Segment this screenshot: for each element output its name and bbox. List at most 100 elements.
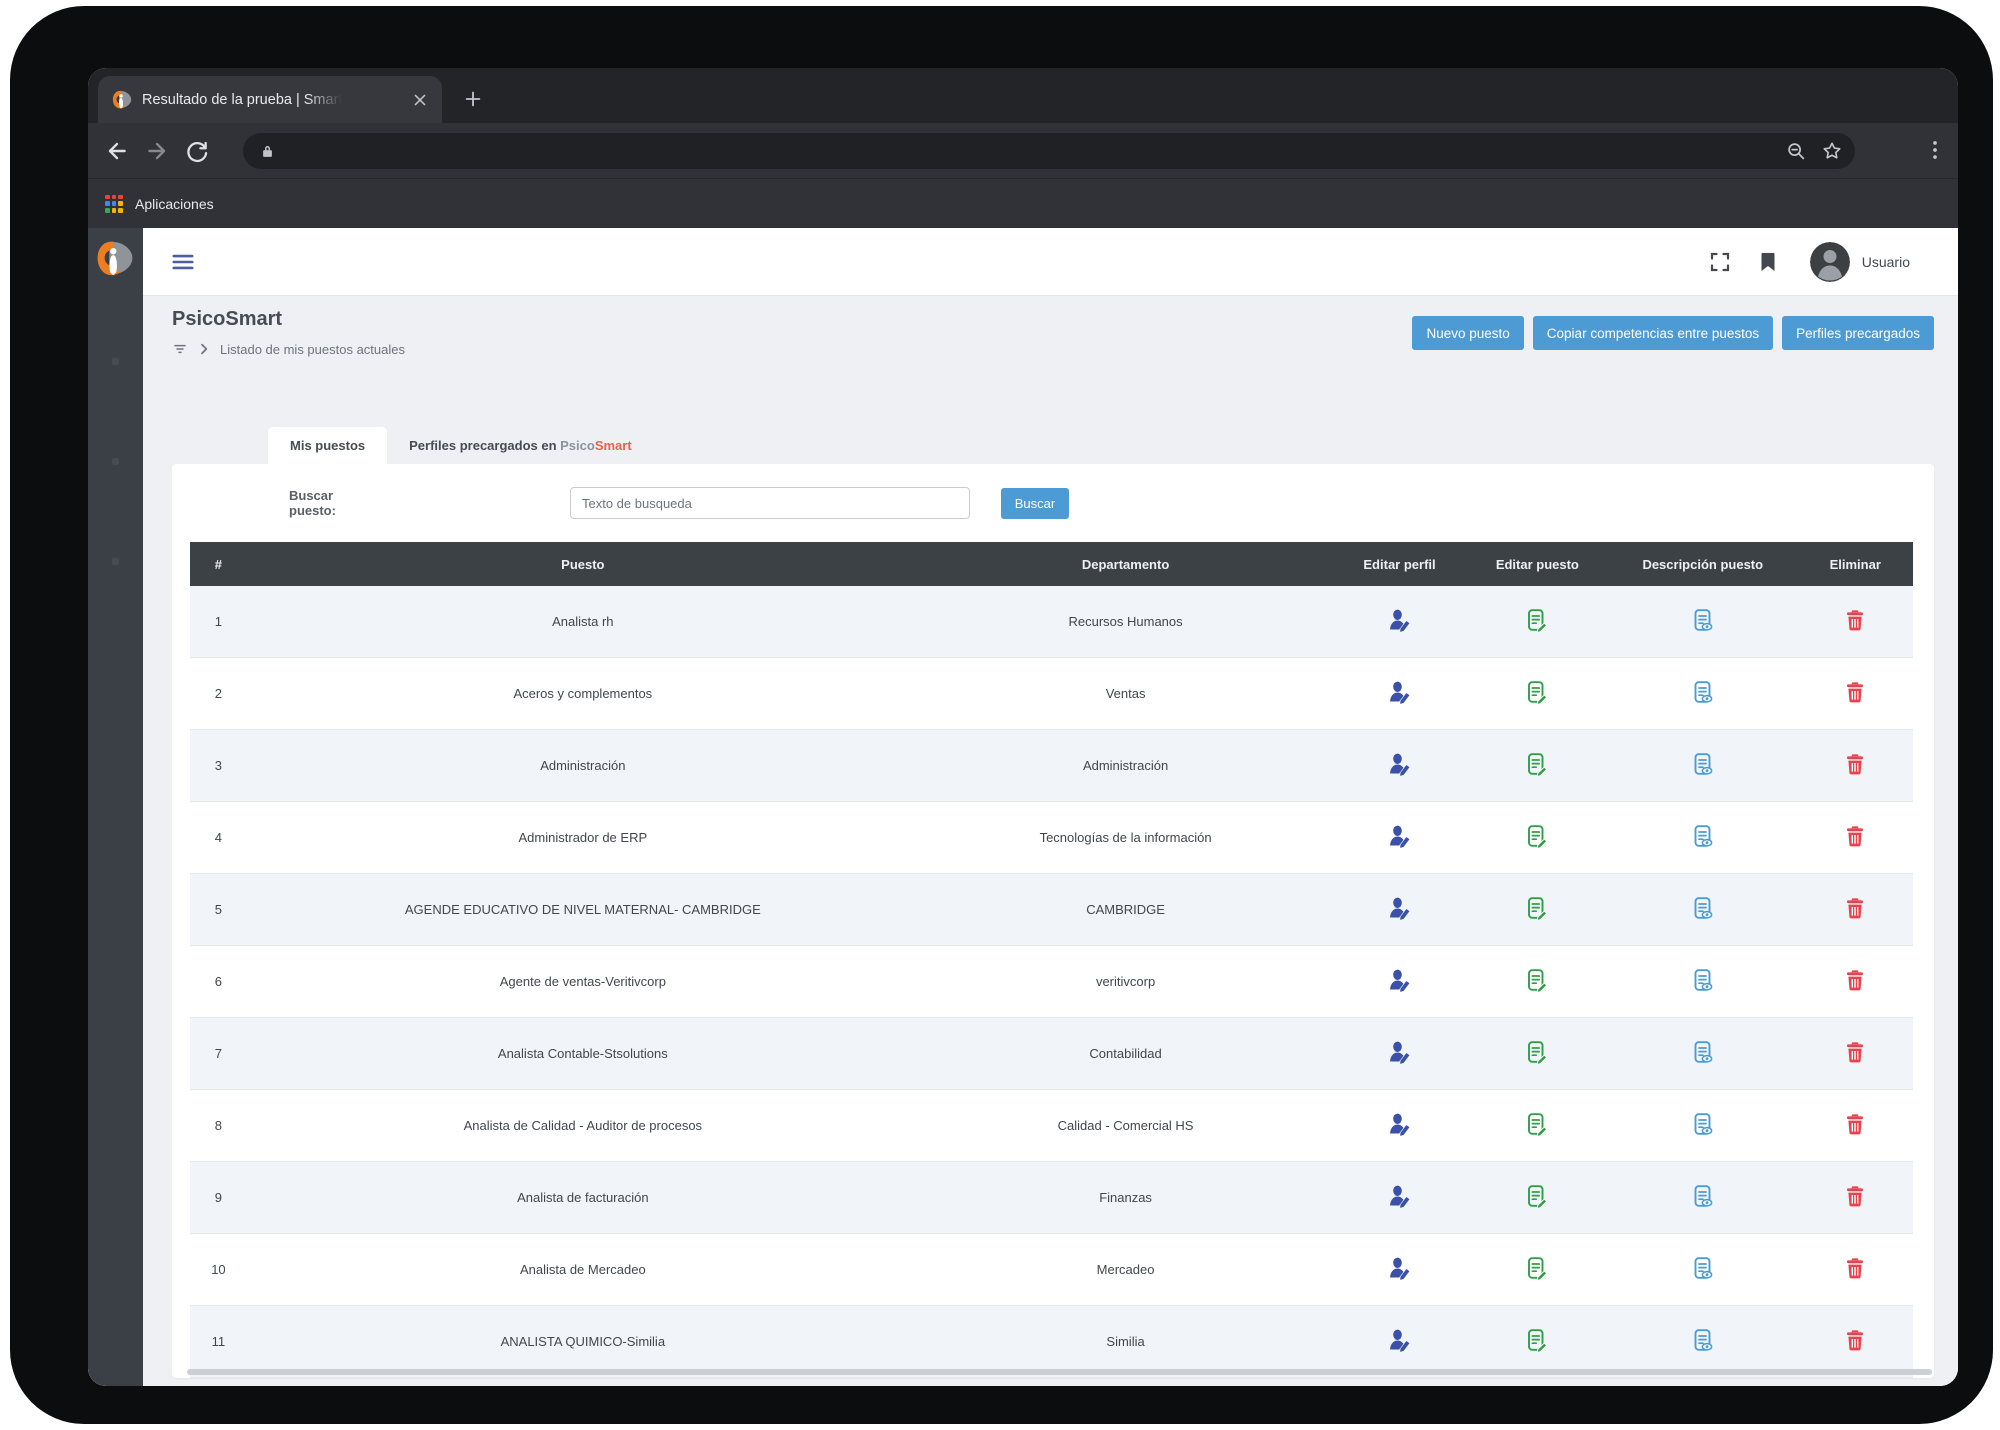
cell-puesto: Administrador de ERP <box>518 830 648 845</box>
bookmark-star-icon[interactable] <box>1821 140 1843 162</box>
edit-position-icon[interactable] <box>1525 1256 1549 1280</box>
search-label: Buscar puesto: <box>289 488 336 518</box>
edit-profile-icon[interactable] <box>1388 608 1412 632</box>
hamburger-menu-icon[interactable] <box>170 249 196 275</box>
cell-departamento: Calidad - Comercial HS <box>1057 1118 1194 1133</box>
edit-profile-icon[interactable] <box>1388 1040 1412 1064</box>
col-num: # <box>214 556 223 572</box>
chevron-right-icon <box>196 341 212 357</box>
new-tab-button[interactable] <box>456 82 490 116</box>
edit-position-icon[interactable] <box>1525 824 1549 848</box>
edit-position-icon[interactable] <box>1525 896 1549 920</box>
bookmark-icon[interactable] <box>1756 250 1780 274</box>
delete-icon[interactable] <box>1843 1256 1867 1280</box>
perfiles-precargados-button[interactable]: Perfiles precargados <box>1782 316 1934 350</box>
lock-icon[interactable] <box>259 143 276 160</box>
cell-num: 2 <box>214 686 223 701</box>
cell-departamento: Ventas <box>1105 686 1146 701</box>
col-descripcion: Descripción puesto <box>1642 556 1764 572</box>
edit-position-icon[interactable] <box>1525 752 1549 776</box>
puestos-table: # Puesto Departamento Editar perfil Edit… <box>190 542 1913 1378</box>
table-row: 8 Analista de Calidad - Auditor de proce… <box>190 1090 1913 1162</box>
tab-perfiles-precargados[interactable]: Perfiles precargados en PsicoSmart <box>387 427 654 464</box>
browser-menu-icon[interactable] <box>1922 137 1948 163</box>
app-topbar: Usuario <box>143 228 1958 296</box>
position-description-icon[interactable] <box>1691 968 1715 992</box>
delete-icon[interactable] <box>1843 1040 1867 1064</box>
table-row: 1 Analista rh Recursos Humanos <box>190 586 1913 658</box>
edit-profile-icon[interactable] <box>1388 1112 1412 1136</box>
copiar-competencias-button[interactable]: Copiar competencias entre puestos <box>1532 316 1774 350</box>
page-title: PsicoSmart <box>172 308 283 330</box>
position-description-icon[interactable] <box>1691 752 1715 776</box>
edit-position-icon[interactable] <box>1525 968 1549 992</box>
position-description-icon[interactable] <box>1691 1112 1715 1136</box>
table-row: 4 Administrador de ERP Tecnologías de la… <box>190 802 1913 874</box>
search-button[interactable]: Buscar <box>1001 487 1069 519</box>
delete-icon[interactable] <box>1843 824 1867 848</box>
cell-num: 7 <box>214 1046 223 1061</box>
sidebar-item-icon[interactable] <box>112 558 119 565</box>
page-tabs: Mis puestos Perfiles precargados en Psic… <box>268 427 1958 464</box>
cell-puesto: Analista de facturación <box>517 1190 649 1205</box>
edit-profile-icon[interactable] <box>1388 1256 1412 1280</box>
delete-icon[interactable] <box>1843 608 1867 632</box>
position-description-icon[interactable] <box>1691 1256 1715 1280</box>
position-description-icon[interactable] <box>1691 1328 1715 1352</box>
browser-tab-strip: Resultado de la prueba | Smart <box>88 68 1958 123</box>
sidebar-item-icon[interactable] <box>112 358 119 365</box>
delete-icon[interactable] <box>1843 968 1867 992</box>
position-description-icon[interactable] <box>1691 896 1715 920</box>
position-description-icon[interactable] <box>1691 608 1715 632</box>
edit-position-icon[interactable] <box>1525 680 1549 704</box>
edit-profile-icon[interactable] <box>1388 968 1412 992</box>
address-bar[interactable] <box>243 133 1855 169</box>
fullscreen-icon[interactable] <box>1708 250 1732 274</box>
cell-departamento: Recursos Humanos <box>1068 614 1183 629</box>
edit-position-icon[interactable] <box>1525 1040 1549 1064</box>
cell-puesto: ANALISTA QUIMICO-Similia <box>500 1334 666 1349</box>
edit-position-icon[interactable] <box>1525 1328 1549 1352</box>
delete-icon[interactable] <box>1843 752 1867 776</box>
edit-profile-icon[interactable] <box>1388 752 1412 776</box>
cell-puesto: Administración <box>540 758 626 773</box>
page-content: PsicoSmart Listado de mis puestos actual… <box>143 296 1958 1386</box>
filter-icon[interactable] <box>172 341 188 357</box>
tab-mis-puestos[interactable]: Mis puestos <box>268 427 388 464</box>
edit-position-icon[interactable] <box>1525 608 1549 632</box>
horizontal-scrollbar[interactable] <box>187 1369 1932 1375</box>
position-description-icon[interactable] <box>1691 680 1715 704</box>
sidebar-item-icon[interactable] <box>112 458 119 465</box>
position-description-icon[interactable] <box>1691 1040 1715 1064</box>
psicosmart-logo-icon[interactable] <box>96 240 134 278</box>
cell-num: 10 <box>211 1262 226 1277</box>
forward-icon[interactable] <box>144 138 170 164</box>
delete-icon[interactable] <box>1843 1112 1867 1136</box>
position-description-icon[interactable] <box>1691 1184 1715 1208</box>
reload-icon[interactable] <box>184 138 210 164</box>
edit-profile-icon[interactable] <box>1388 824 1412 848</box>
edit-profile-icon[interactable] <box>1388 896 1412 920</box>
edit-profile-icon[interactable] <box>1388 1328 1412 1352</box>
user-avatar[interactable] <box>1809 241 1850 282</box>
apps-grid-icon[interactable] <box>105 194 123 213</box>
bookmark-aplicaciones[interactable]: Aplicaciones <box>135 196 214 212</box>
edit-profile-icon[interactable] <box>1388 680 1412 704</box>
edit-position-icon[interactable] <box>1525 1184 1549 1208</box>
browser-tab[interactable]: Resultado de la prueba | Smart <box>98 76 442 123</box>
zoom-out-icon[interactable] <box>1785 140 1807 162</box>
search-input[interactable] <box>570 487 970 519</box>
delete-icon[interactable] <box>1843 896 1867 920</box>
back-icon[interactable] <box>104 138 130 164</box>
col-departamento: Departamento <box>1081 556 1170 572</box>
delete-icon[interactable] <box>1843 1328 1867 1352</box>
table-row: 5 AGENDE EDUCATIVO DE NIVEL MATERNAL- CA… <box>190 874 1913 946</box>
nuevo-puesto-button[interactable]: Nuevo puesto <box>1412 316 1524 350</box>
delete-icon[interactable] <box>1843 1184 1867 1208</box>
cell-num: 5 <box>214 902 223 917</box>
position-description-icon[interactable] <box>1691 824 1715 848</box>
edit-profile-icon[interactable] <box>1388 1184 1412 1208</box>
edit-position-icon[interactable] <box>1525 1112 1549 1136</box>
delete-icon[interactable] <box>1843 680 1867 704</box>
tab-close-icon[interactable] <box>410 90 430 110</box>
